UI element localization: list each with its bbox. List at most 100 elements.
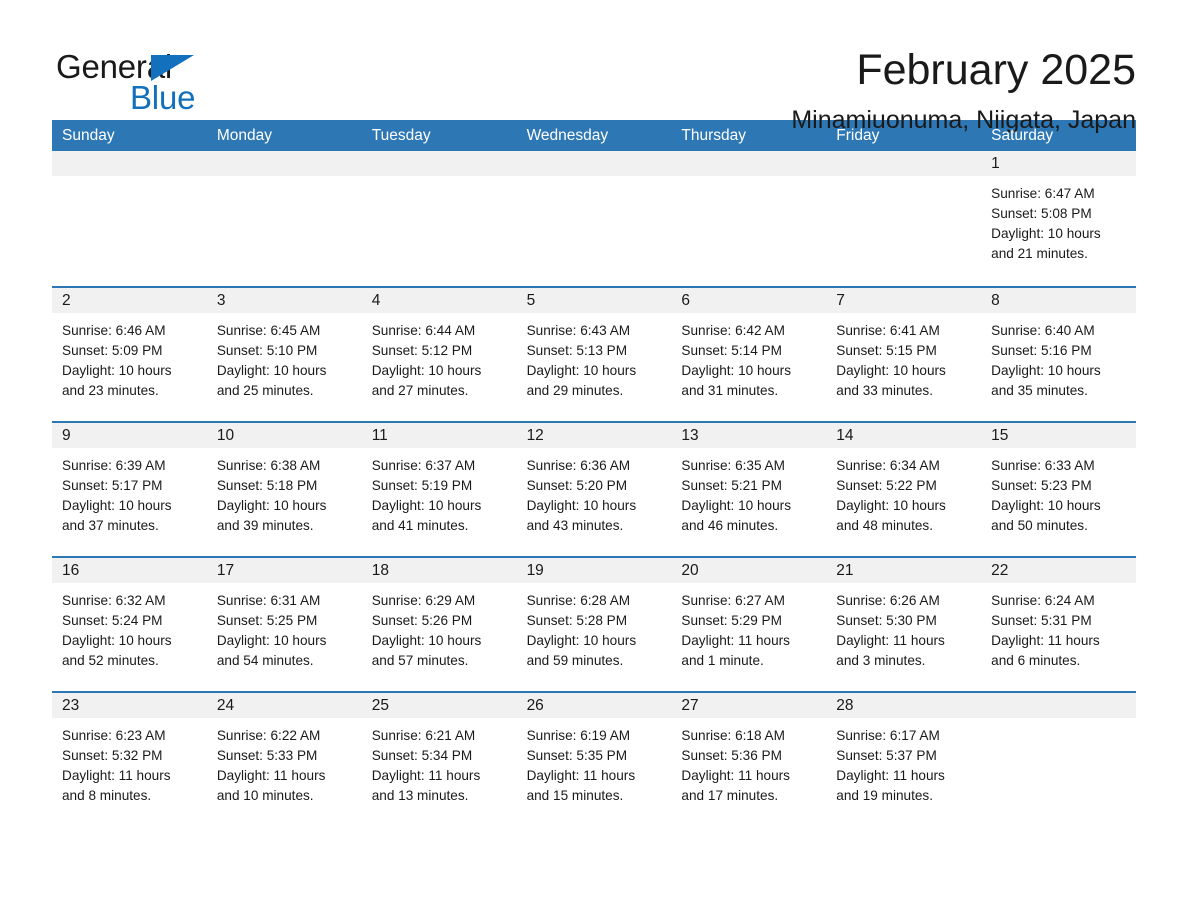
day-details: Sunrise: 6:36 AM Sunset: 5:20 PM Daylight:… bbox=[517, 448, 672, 536]
day-details bbox=[52, 176, 207, 184]
sunrise-text: Sunrise: 6:42 AM bbox=[681, 323, 785, 338]
day-number bbox=[206, 151, 362, 176]
daylight-text-line1: Daylight: 10 hours bbox=[991, 226, 1101, 241]
day-cell[interactable]: 18 Sunrise: 6:29 AM Sunset: 5:26 PM Dayligh… bbox=[361, 558, 517, 691]
day-number: 24 bbox=[206, 693, 362, 718]
daylight-text-line2: and 50 minutes. bbox=[991, 518, 1088, 533]
day-cell[interactable]: 7 Sunrise: 6:41 AM Sunset: 5:15 PM Daylight… bbox=[826, 288, 982, 421]
day-cell[interactable]: 3 Sunrise: 6:45 AM Sunset: 5:10 PM Daylight… bbox=[206, 288, 362, 421]
weekday-header-wednesday: Wednesday bbox=[526, 127, 609, 144]
day-details: Sunrise: 6:37 AM Sunset: 5:19 PM Daylight:… bbox=[362, 448, 517, 536]
sunset-text: Sunset: 5:34 PM bbox=[371, 748, 473, 763]
sunset-text: Sunset: 5:16 PM bbox=[991, 343, 1092, 358]
daylight-text-line2: and 19 minutes. bbox=[836, 788, 934, 803]
day-cell[interactable]: 14 Sunrise: 6:34 AM Sunset: 5:22 PM Dayligh… bbox=[826, 423, 982, 556]
day-number: 27 bbox=[671, 693, 827, 718]
day-number bbox=[981, 693, 1136, 718]
day-cell[interactable]: 28 Sunrise: 6:17 AM Sunset: 5:37 PM Dayligh… bbox=[826, 693, 982, 826]
sunset-text: Sunset: 5:18 PM bbox=[216, 478, 318, 493]
day-cell[interactable]: 16 Sunrise: 6:32 AM Sunset: 5:24 PM Dayligh… bbox=[52, 558, 207, 691]
day-cell[interactable]: 2 Sunrise: 6:46 AM Sunset: 5:09 PM Daylight… bbox=[52, 288, 207, 421]
day-number: 14 bbox=[826, 423, 982, 448]
day-details: Sunrise: 6:43 AM Sunset: 5:13 PM Daylight:… bbox=[517, 313, 672, 401]
daylight-text-line2: and 10 minutes. bbox=[216, 788, 314, 803]
day-details bbox=[826, 176, 981, 184]
day-cell[interactable]: 27 Sunrise: 6:18 AM Sunset: 5:36 PM Dayligh… bbox=[671, 693, 827, 826]
sunset-text: Sunset: 5:17 PM bbox=[62, 478, 163, 493]
daylight-text-line1: Daylight: 10 hours bbox=[526, 363, 637, 378]
sunset-text: Sunset: 5:33 PM bbox=[216, 748, 318, 763]
daylight-text-line1: Daylight: 10 hours bbox=[991, 498, 1101, 513]
day-cell[interactable]: 19 Sunrise: 6:28 AM Sunset: 5:28 PM Dayligh… bbox=[516, 558, 672, 691]
day-cell[interactable]: 23 Sunrise: 6:23 AM Sunset: 5:32 PM Dayligh… bbox=[52, 693, 207, 826]
daylight-text-line2: and 8 minutes. bbox=[62, 788, 152, 803]
sunrise-text: Sunrise: 6:17 AM bbox=[836, 728, 940, 743]
day-cell[interactable]: 26 Sunrise: 6:19 AM Sunset: 5:35 PM Dayligh… bbox=[516, 693, 672, 826]
day-cell[interactable]: 13 Sunrise: 6:35 AM Sunset: 5:21 PM Dayligh… bbox=[671, 423, 827, 556]
daylight-text-line2: and 23 minutes. bbox=[62, 383, 159, 398]
sunset-text: Sunset: 5:37 PM bbox=[836, 748, 937, 763]
daylight-text-line1: Daylight: 10 hours bbox=[526, 633, 637, 648]
day-cell[interactable]: 6 Sunrise: 6:42 AM Sunset: 5:14 PM Daylight… bbox=[671, 288, 827, 421]
daylight-text-line1: Daylight: 10 hours bbox=[371, 633, 482, 648]
sunrise-text: Sunrise: 6:26 AM bbox=[836, 593, 940, 608]
day-cell[interactable] bbox=[516, 151, 672, 286]
day-cell[interactable]: 1 Sunrise: 6:47 AM Sunset: 5:08 PM Daylight… bbox=[981, 151, 1136, 286]
daylight-text-line1: Daylight: 10 hours bbox=[371, 363, 482, 378]
sunset-text: Sunset: 5:31 PM bbox=[991, 613, 1092, 628]
daylight-text-line1: Daylight: 11 hours bbox=[526, 768, 636, 783]
sunrise-text: Sunrise: 6:44 AM bbox=[371, 323, 476, 338]
daylight-text-line2: and 59 minutes. bbox=[526, 653, 624, 668]
day-cell[interactable]: 24 Sunrise: 6:22 AM Sunset: 5:33 PM Dayligh… bbox=[206, 693, 362, 826]
day-number bbox=[671, 151, 827, 176]
day-cell[interactable] bbox=[981, 693, 1136, 826]
day-cell[interactable]: 9 Sunrise: 6:39 AM Sunset: 5:17 PM Daylight… bbox=[52, 423, 207, 556]
sunset-text: Sunset: 5:24 PM bbox=[62, 613, 163, 628]
day-cell[interactable]: 8 Sunrise: 6:40 AM Sunset: 5:16 PM Daylight… bbox=[981, 288, 1136, 421]
sunset-text: Sunset: 5:10 PM bbox=[216, 343, 318, 358]
daylight-text-line2: and 57 minutes. bbox=[371, 653, 469, 668]
sunset-text: Sunset: 5:22 PM bbox=[836, 478, 937, 493]
day-number: 15 bbox=[981, 423, 1136, 448]
day-cell[interactable]: 21 Sunrise: 6:26 AM Sunset: 5:30 PM Dayligh… bbox=[826, 558, 982, 691]
sunset-text: Sunset: 5:30 PM bbox=[836, 613, 937, 628]
day-number: 4 bbox=[361, 288, 517, 313]
day-details: Sunrise: 6:44 AM Sunset: 5:12 PM Daylight:… bbox=[362, 313, 517, 401]
daylight-text-line2: and 15 minutes. bbox=[526, 788, 624, 803]
daylight-text-line1: Daylight: 11 hours bbox=[991, 633, 1100, 648]
brand-logo: General Blue bbox=[56, 44, 256, 115]
daylight-text-line2: and 21 minutes. bbox=[991, 246, 1088, 261]
daylight-text-line1: Daylight: 10 hours bbox=[62, 363, 172, 378]
day-number: 11 bbox=[361, 423, 517, 448]
sunrise-text: Sunrise: 6:27 AM bbox=[681, 593, 785, 608]
daylight-text-line2: and 37 minutes. bbox=[62, 518, 159, 533]
day-cell[interactable]: 11 Sunrise: 6:37 AM Sunset: 5:19 PM Dayligh… bbox=[361, 423, 517, 556]
day-details: Sunrise: 6:38 AM Sunset: 5:18 PM Daylight:… bbox=[207, 448, 362, 536]
day-cell[interactable]: 15 Sunrise: 6:33 AM Sunset: 5:23 PM Dayligh… bbox=[981, 423, 1136, 556]
day-cell[interactable]: 25 Sunrise: 6:21 AM Sunset: 5:34 PM Dayligh… bbox=[361, 693, 517, 826]
day-cell[interactable] bbox=[671, 151, 827, 286]
day-cell[interactable]: 20 Sunrise: 6:27 AM Sunset: 5:29 PM Dayligh… bbox=[671, 558, 827, 691]
day-cell[interactable]: 22 Sunrise: 6:24 AM Sunset: 5:31 PM Dayligh… bbox=[981, 558, 1136, 691]
day-number: 12 bbox=[516, 423, 672, 448]
day-number: 25 bbox=[361, 693, 517, 718]
day-cell[interactable]: 4 Sunrise: 6:44 AM Sunset: 5:12 PM Daylight… bbox=[361, 288, 517, 421]
daylight-text-line2: and 33 minutes. bbox=[836, 383, 934, 398]
day-cell[interactable]: 12 Sunrise: 6:36 AM Sunset: 5:20 PM Dayligh… bbox=[516, 423, 672, 556]
daylight-text-line1: Daylight: 11 hours bbox=[681, 633, 790, 648]
sunset-text: Sunset: 5:35 PM bbox=[526, 748, 628, 763]
weekday-header-monday: Monday bbox=[216, 127, 272, 144]
day-details bbox=[981, 718, 1136, 726]
triangle-icon bbox=[151, 55, 194, 81]
day-cell[interactable]: 5 Sunrise: 6:43 AM Sunset: 5:13 PM Daylight… bbox=[516, 288, 672, 421]
daylight-text-line1: Daylight: 10 hours bbox=[681, 498, 791, 513]
day-cell[interactable] bbox=[361, 151, 517, 286]
day-cell[interactable]: 17 Sunrise: 6:31 AM Sunset: 5:25 PM Dayligh… bbox=[206, 558, 362, 691]
daylight-text-line2: and 52 minutes. bbox=[62, 653, 159, 668]
daylight-text-line2: and 39 minutes. bbox=[216, 518, 314, 533]
day-cell[interactable] bbox=[206, 151, 362, 286]
daylight-text-line2: and 3 minutes. bbox=[836, 653, 926, 668]
day-cell[interactable]: 10 Sunrise: 6:38 AM Sunset: 5:18 PM Dayligh… bbox=[206, 423, 362, 556]
day-cell[interactable] bbox=[52, 151, 207, 286]
day-cell[interactable] bbox=[826, 151, 982, 286]
